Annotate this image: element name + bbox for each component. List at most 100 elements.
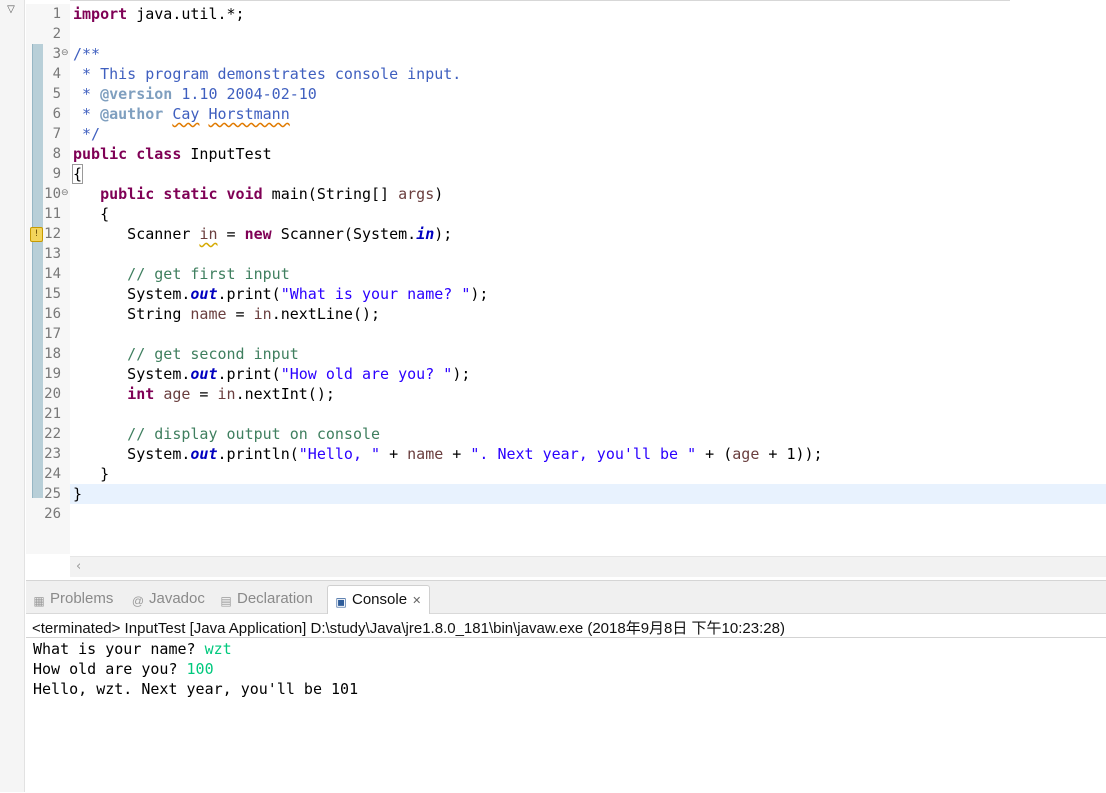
console-line: How old are you? 100: [33, 659, 214, 679]
code-text: {: [73, 204, 109, 224]
code-token: */: [73, 125, 101, 143]
line-number: 13: [44, 246, 61, 262]
code-token: }: [73, 465, 110, 483]
code-token: void: [226, 185, 263, 203]
code-line[interactable]: 11 {: [26, 204, 1106, 224]
code-token: in: [199, 225, 218, 243]
code-token: int: [127, 385, 155, 403]
code-token: ): [434, 185, 444, 203]
code-token: static: [163, 185, 218, 203]
code-line[interactable]: 18 // get second input: [26, 344, 1106, 364]
left-toolbar-strip: ▽: [0, 0, 25, 792]
code-line[interactable]: 16 String name = in.nextLine();: [26, 304, 1106, 324]
code-line[interactable]: 19 System.out.print("How old are you? ")…: [26, 364, 1106, 384]
code-token: {: [71, 164, 84, 184]
code-line[interactable]: 17: [26, 324, 1106, 344]
tab-javadoc[interactable]: @ Javadoc: [131, 587, 205, 611]
code-token: 1.10 2004-02-10: [172, 85, 317, 103]
tab-label: Declaration: [237, 590, 313, 607]
code-token: Cay: [172, 105, 200, 123]
code-token: public: [100, 185, 155, 203]
code-token: ". Next year, you'll be ": [470, 445, 697, 463]
tab-declaration[interactable]: ▤ Declaration: [219, 587, 313, 611]
code-token: +: [380, 445, 408, 463]
code-line[interactable]: 8 public class InputTest: [26, 144, 1106, 164]
code-token: out: [190, 445, 218, 463]
code-line[interactable]: 24 }: [26, 464, 1106, 484]
code-token: *: [73, 85, 101, 103]
code-text: // display output on console: [73, 424, 380, 444]
code-line[interactable]: 15 System.out.print("What is your name? …: [26, 284, 1106, 304]
code-text: String name = in.nextLine();: [73, 304, 380, 324]
code-token: );: [452, 365, 471, 383]
code-line[interactable]: 3 ⊖/**: [26, 44, 1106, 64]
code-token: System.: [73, 445, 191, 463]
code-line[interactable]: 22 // display output on console: [26, 424, 1106, 444]
code-token: in: [253, 305, 272, 323]
code-text: * @author Cay Horstmann: [73, 104, 290, 124]
code-token: }: [73, 485, 83, 503]
tab-problems[interactable]: ▦ Problems: [32, 587, 113, 611]
code-line[interactable]: 23 System.out.println("Hello, " + name +…: [26, 444, 1106, 464]
code-token: .nextLine();: [271, 305, 381, 323]
code-token: "What is your name? ": [280, 285, 471, 303]
line-number: 14: [44, 266, 61, 282]
code-line[interactable]: 13: [26, 244, 1106, 264]
code-text: */: [73, 124, 100, 144]
code-line[interactable]: 25}: [26, 484, 1106, 504]
tab-console[interactable]: ▣ Console ✕: [327, 585, 431, 614]
code-text: * This program demonstrates console inpu…: [73, 64, 461, 84]
code-line[interactable]: 21: [26, 404, 1106, 424]
code-text: System.out.println("Hello, " + name + ".…: [73, 444, 822, 464]
console-icon: ▣: [335, 595, 347, 609]
console-text: Hello, wzt. Next year, you'll be 101: [33, 680, 359, 698]
tab-label: Javadoc: [149, 590, 205, 607]
code-line[interactable]: 20 int age = in.nextInt();: [26, 384, 1106, 404]
declaration-icon: ▤: [220, 594, 232, 608]
close-tab-icon[interactable]: ✕: [409, 595, 421, 607]
code-token: // display output on console: [73, 425, 381, 443]
problems-icon: ▦: [33, 594, 45, 608]
code-editor[interactable]: 1 import java.util.*; 2 3 ⊖/** 4 * This progr…: [26, 0, 1106, 578]
line-number: 16: [44, 306, 61, 322]
line-number: 4: [52, 66, 61, 82]
code-line[interactable]: 14 // get first input: [26, 264, 1106, 284]
code-line[interactable]: 9{: [26, 164, 1106, 184]
code-token: age: [732, 445, 760, 463]
line-number: 8: [52, 146, 61, 162]
code-text: System.out.print("How old are you? ");: [73, 364, 470, 384]
code-text: int age = in.nextInt();: [73, 384, 335, 404]
code-line[interactable]: 6 * @author Cay Horstmann: [26, 104, 1106, 124]
horizontal-scrollbar[interactable]: ‹: [70, 556, 1106, 577]
code-token: in: [217, 385, 236, 403]
code-token: * This program demonstrates console inpu…: [73, 65, 462, 83]
line-number: 25: [44, 486, 61, 502]
code-token: +: [443, 445, 471, 463]
warning-icon[interactable]: !: [30, 227, 43, 242]
code-text: * @version 1.10 2004-02-10: [73, 84, 317, 104]
code-line[interactable]: 5 * @version 1.10 2004-02-10: [26, 84, 1106, 104]
line-number: 18: [44, 346, 61, 362]
code-line[interactable]: 2: [26, 24, 1106, 44]
line-number: 7: [52, 126, 61, 142]
fold-toggle-icon[interactable]: ⊖: [61, 189, 70, 198]
code-line[interactable]: 12! Scanner in = new Scanner(System.in);: [26, 224, 1106, 244]
code-line[interactable]: 4 * This program demonstrates console in…: [26, 64, 1106, 84]
scroll-left-icon[interactable]: ‹: [76, 559, 81, 574]
code-line[interactable]: 7 */: [26, 124, 1106, 144]
code-token: Scanner: [73, 225, 200, 243]
code-line[interactable]: 26: [26, 504, 1106, 524]
fold-toggle-icon[interactable]: ⊖: [61, 49, 70, 58]
code-line[interactable]: 10 ⊖ public static void main(String[] arg…: [26, 184, 1106, 204]
javadoc-icon: @: [131, 594, 145, 608]
code-token: =: [190, 385, 218, 403]
code-token: *: [73, 105, 101, 123]
console-user-input: wzt: [204, 640, 232, 658]
code-text: public static void main(String[] args): [73, 184, 443, 204]
code-line[interactable]: 1 import java.util.*;: [26, 4, 1106, 24]
view-menu-icon[interactable]: ▽: [3, 4, 19, 16]
